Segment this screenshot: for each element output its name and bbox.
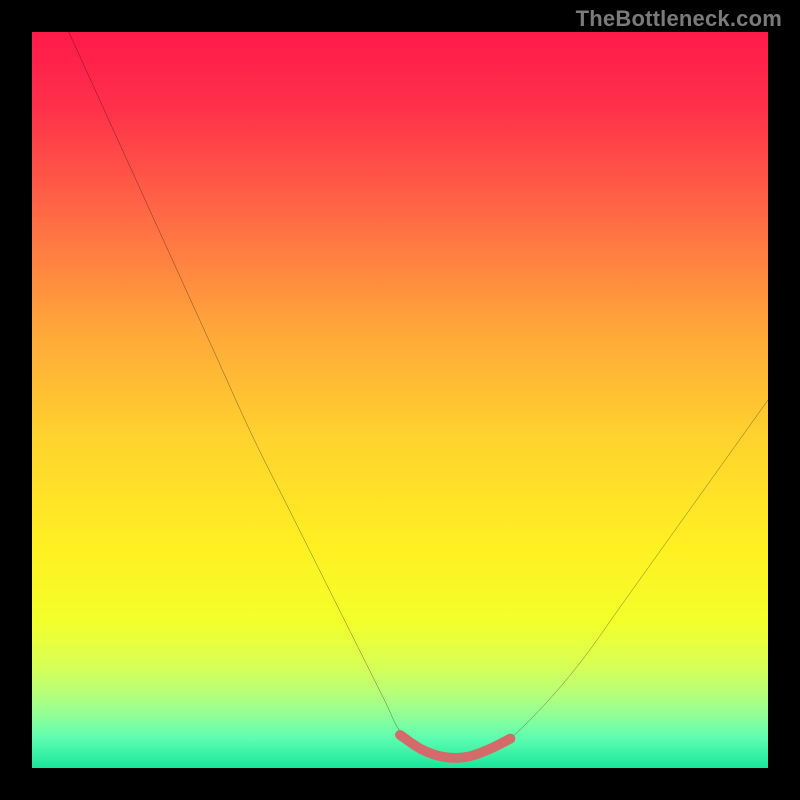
plot-area [32, 32, 768, 768]
sweet-spot-band [400, 735, 510, 758]
curve-layer [32, 32, 768, 768]
watermark-label: TheBottleneck.com [576, 6, 782, 32]
bottleneck-curve [69, 32, 768, 762]
chart-frame: TheBottleneck.com [0, 0, 800, 800]
